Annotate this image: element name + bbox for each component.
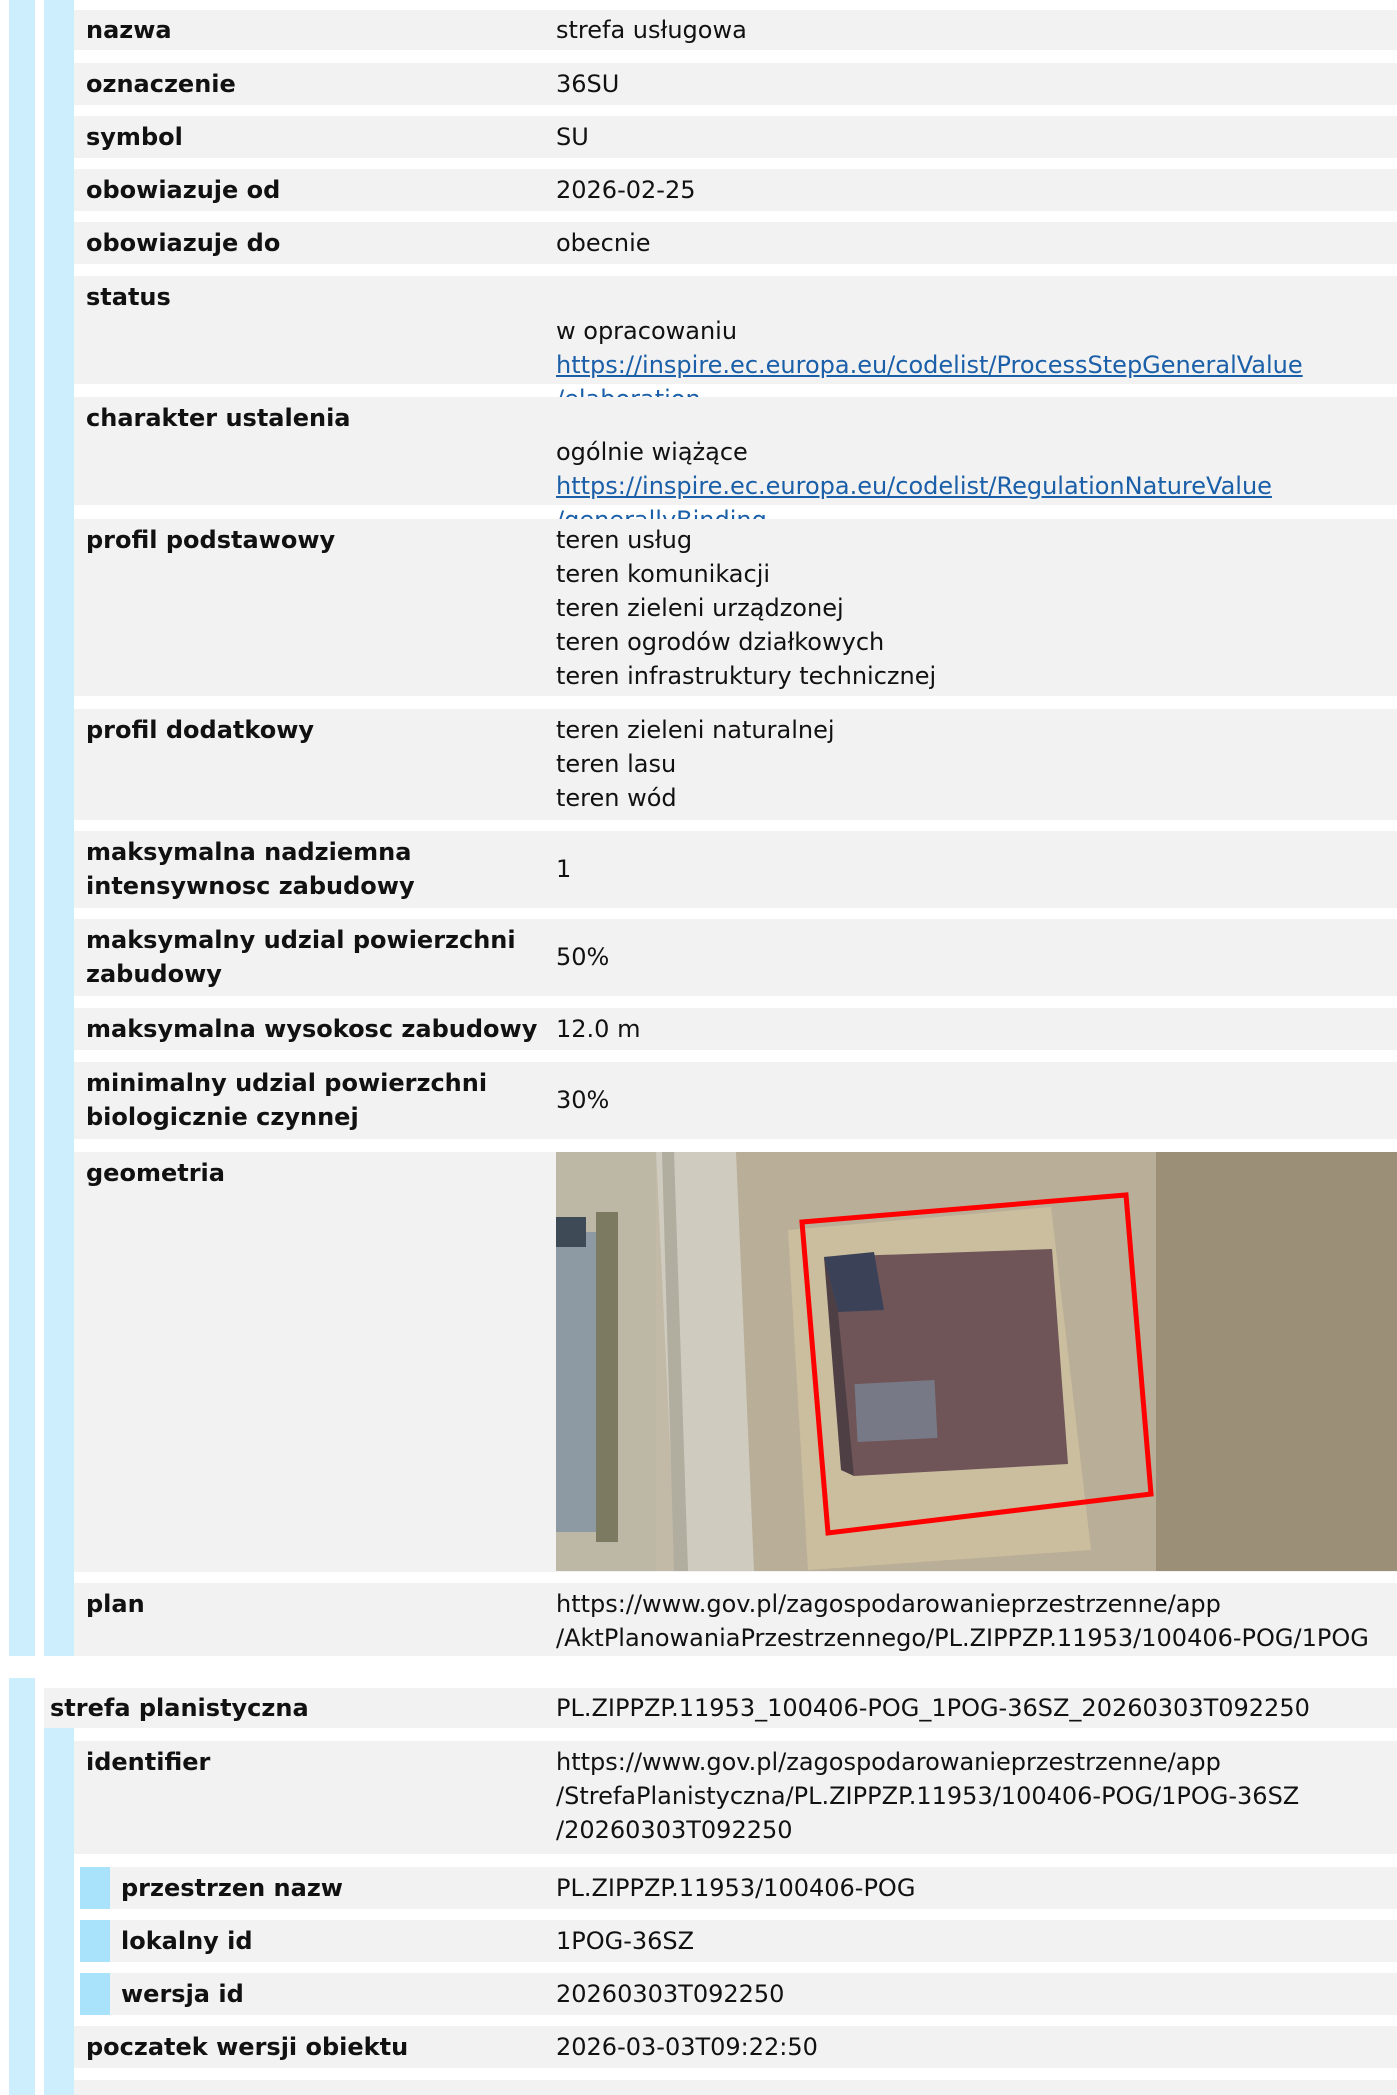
attribute-row-profil-dodatkowy: profil dodatkowy teren zieleni naturalne… xyxy=(0,709,1397,820)
attribute-value: ogólnie wiążące xyxy=(556,438,748,466)
attribute-key: oznaczenie xyxy=(86,70,236,98)
attribute-key: minimalny udzial powierzchni biologiczni… xyxy=(86,1069,488,1131)
attribute-value: teren usług teren komunikacji teren ziel… xyxy=(556,526,937,690)
attribute-value: 20260303T092250 xyxy=(556,1980,785,2008)
attribute-row-profil-podstawowy: profil podstawowy teren usług teren komu… xyxy=(0,519,1397,696)
attribute-key: obowiazuje do xyxy=(86,229,281,257)
attribute-key: plan xyxy=(86,1590,145,1618)
attribute-key: geometria xyxy=(86,1159,225,1187)
sub-indent-bar xyxy=(80,1973,110,2015)
strefa-header-row: strefa planistyczna PL.ZIPPZP.11953_1004… xyxy=(0,1688,1397,1728)
attribute-key: status xyxy=(86,283,171,311)
identifier-sub-row: przestrzen nazw PL.ZIPPZP.11953/100406-P… xyxy=(0,1867,1397,1909)
section-key: strefa planistyczna xyxy=(50,1694,309,1722)
attribute-row-symbol: symbol SU xyxy=(0,116,1397,158)
attribute-key: przestrzen nazw xyxy=(121,1874,343,1902)
attribute-row-nazwa: nazwa strefa usługowa xyxy=(0,10,1397,50)
attribute-row-plan: plan https://www.gov.pl/zagospodarowanie… xyxy=(0,1583,1397,1656)
attribute-row-udzial-zabudowy: maksymalny udzial powierzchni zabudowy 5… xyxy=(0,919,1397,996)
attribute-key: wersja id xyxy=(121,1980,244,2008)
identifier-row: identifier https://www.gov.pl/zagospodar… xyxy=(0,1741,1397,1854)
sub-indent-bar xyxy=(80,1867,110,1909)
attribute-value: obecnie xyxy=(556,229,651,257)
attribute-key: profil dodatkowy xyxy=(86,716,315,744)
attribute-value: 1 xyxy=(556,855,572,883)
attribute-row-biologicznie-czynna: minimalny udzial powierzchni biologiczni… xyxy=(0,1062,1397,1139)
attribute-value: w opracowaniu xyxy=(556,317,738,345)
attribute-key: maksymalna nadziemna intensywnosc zabudo… xyxy=(86,838,415,900)
attribute-key: maksymalny udzial powierzchni zabudowy xyxy=(86,926,516,988)
poczatek-wersji-row: poczatek wersji obiektu 2026-03-03T09:22… xyxy=(0,2026,1397,2068)
attribute-value: strefa usługowa xyxy=(556,16,747,44)
attribute-key: profil podstawowy xyxy=(86,526,336,554)
attribute-row-obowiazuje-od: obowiazuje od 2026-02-25 xyxy=(0,169,1397,211)
attribute-value: 36SU xyxy=(556,70,620,98)
identifier-sub-row: wersja id 20260303T092250 xyxy=(0,1973,1397,2015)
attribute-value: https://www.gov.pl/zagospodarowanieprzes… xyxy=(556,1748,1300,1844)
attribute-key: maksymalna wysokosc zabudowy xyxy=(86,1015,538,1043)
attribute-row-status: status w opracowaniu https://inspire.ec.… xyxy=(0,276,1397,413)
attribute-row-geometria: geometria xyxy=(0,1152,1397,1572)
attribute-row-charakter-ustalenia: charakter ustalenia ogólnie wiążące http… xyxy=(0,397,1397,534)
identifier-sub-row: lokalny id 1POG-36SZ xyxy=(0,1920,1397,1962)
attribute-key: nazwa xyxy=(86,16,172,44)
attribute-key: obowiazuje od xyxy=(86,176,281,204)
attribute-row-wysokosc: maksymalna wysokosc zabudowy 12.0 m xyxy=(0,1008,1397,1050)
attribute-value: 1POG-36SZ xyxy=(556,1927,695,1955)
attribute-value: 12.0 m xyxy=(556,1015,641,1043)
attribute-key: symbol xyxy=(86,123,183,151)
geometry-map-thumbnail xyxy=(556,1152,1397,1571)
attribute-value: SU xyxy=(556,123,589,151)
attribute-value: 2026-02-25 xyxy=(556,176,696,204)
attribute-value: 50% xyxy=(556,943,610,971)
section-value: PL.ZIPPZP.11953_100406-POG_1POG-36SZ_202… xyxy=(556,1694,1310,1722)
attribute-key: lokalny id xyxy=(121,1927,253,1955)
attribute-row-oznaczenie: oznaczenie 36SU xyxy=(0,63,1397,105)
attribute-key: poczatek wersji obiektu xyxy=(86,2033,409,2061)
next-row-partial xyxy=(0,2080,1397,2095)
attribute-value: 30% xyxy=(556,1086,610,1114)
attribute-key: charakter ustalenia xyxy=(86,404,351,432)
attribute-value: https://www.gov.pl/zagospodarowanieprzes… xyxy=(556,1590,1369,1652)
attribute-row-intensywnosc: maksymalna nadziemna intensywnosc zabudo… xyxy=(0,831,1397,908)
attribute-key: identifier xyxy=(86,1748,211,1776)
sub-indent-bar xyxy=(80,1920,110,1962)
attribute-value: teren zieleni naturalnej teren lasu tere… xyxy=(556,716,835,812)
attribute-value: 2026-03-03T09:22:50 xyxy=(556,2033,818,2061)
attribute-row-obowiazuje-do: obowiazuje do obecnie xyxy=(0,222,1397,264)
attribute-value: PL.ZIPPZP.11953/100406-POG xyxy=(556,1874,916,1902)
